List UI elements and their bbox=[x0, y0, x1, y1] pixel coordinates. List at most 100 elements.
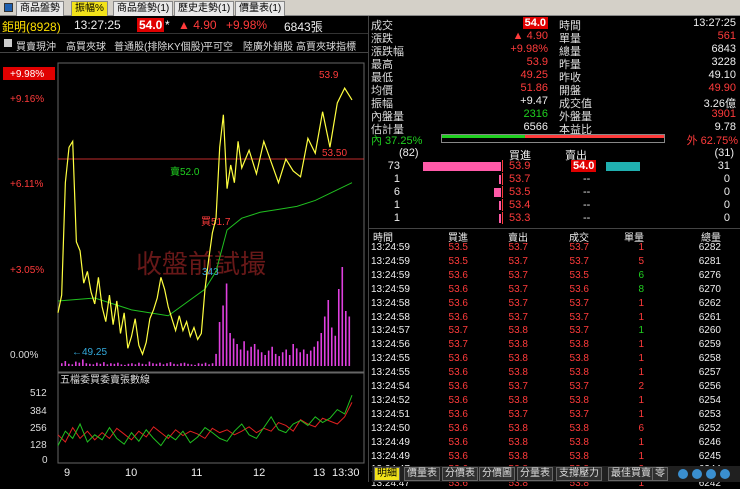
scroll-down-icon[interactable] bbox=[720, 469, 730, 479]
trade-cell: 53.7 bbox=[508, 297, 528, 309]
trade-cell: 13:24:49 bbox=[371, 450, 410, 462]
header-price: 54.0 bbox=[137, 18, 165, 32]
volume-bar bbox=[176, 364, 179, 366]
volume-bar bbox=[173, 363, 175, 366]
trade-cell: 53.6 bbox=[569, 283, 589, 295]
volume-bar bbox=[288, 355, 291, 366]
volume-bar bbox=[134, 364, 137, 366]
volume-bar bbox=[169, 362, 172, 366]
bid-bar bbox=[423, 162, 501, 171]
volume-panel bbox=[57, 372, 365, 464]
trade-cell: 13:24:55 bbox=[371, 353, 410, 365]
scroll-up-icon[interactable] bbox=[706, 469, 716, 479]
bid-price: 53.3 bbox=[509, 212, 531, 224]
trade-cell: 6256 bbox=[698, 381, 721, 392]
bid-qty: 6 bbox=[393, 186, 400, 198]
intraday-chart[interactable]: +9.98% +9.16% +6.11% +3.05% 0.00% 512 38… bbox=[0, 53, 368, 482]
volume-bar bbox=[330, 327, 333, 366]
quote-left-value: 53.9 bbox=[526, 56, 548, 68]
scroll-right-icon[interactable] bbox=[692, 469, 702, 479]
bottom-tab[interactable]: 分量表 bbox=[517, 467, 553, 481]
bottom-tab[interactable]: 支撐壓力 bbox=[556, 467, 602, 481]
volume-bar bbox=[334, 335, 337, 366]
divider bbox=[369, 228, 740, 229]
tag-2[interactable]: 高買夾球 bbox=[66, 38, 106, 53]
tag-3[interactable]: 普通股(排除KY個股) bbox=[114, 38, 204, 53]
volume-bar bbox=[120, 364, 123, 366]
tab-market-1[interactable]: 商品盤勢(1) bbox=[113, 1, 174, 16]
trade-cell: 53.8 bbox=[569, 422, 589, 434]
trade-cell: 2 bbox=[638, 381, 644, 392]
trade-cell: 53.8 bbox=[508, 436, 528, 448]
volume-bar bbox=[313, 346, 316, 366]
bottom-tab[interactable]: 價量表 bbox=[404, 467, 440, 481]
volume-bar bbox=[180, 363, 182, 366]
tag-6[interactable]: 高賈夾球指標 bbox=[296, 38, 356, 53]
bottom-tab[interactable]: 分價圖 bbox=[479, 467, 515, 481]
quote-left-value: 51.86 bbox=[520, 82, 548, 94]
volume-bar bbox=[78, 362, 81, 366]
volume-bar bbox=[222, 305, 224, 366]
bottom-tab[interactable]: 最佳買賣 bbox=[608, 467, 654, 481]
trade-cell: 53.6 bbox=[448, 450, 468, 462]
bottom-tab[interactable]: 零 bbox=[652, 467, 668, 481]
bid-price: 53.5 bbox=[509, 186, 531, 198]
trade-cell: 53.7 bbox=[569, 408, 589, 420]
volume-bar bbox=[299, 352, 302, 366]
bid-bar bbox=[499, 214, 501, 223]
vol-label-512: 512 bbox=[30, 388, 47, 399]
volume-bar bbox=[323, 316, 326, 366]
quote-right-value: 3901 bbox=[711, 108, 736, 120]
volume-bar bbox=[82, 359, 84, 366]
volume-bar bbox=[243, 341, 245, 366]
volume-bar bbox=[285, 349, 287, 366]
trade-cell: 6258 bbox=[698, 353, 721, 365]
checkbox-icon[interactable] bbox=[4, 39, 12, 47]
tag-5[interactable]: 陸廣外銷股 bbox=[243, 38, 293, 53]
tab-history[interactable]: 歷史走勢(1) bbox=[174, 1, 235, 16]
volume-bar bbox=[236, 344, 238, 366]
trade-cell: 53.6 bbox=[448, 297, 468, 309]
volume-bar bbox=[89, 363, 91, 366]
volume-bar bbox=[211, 363, 214, 366]
volume-bar bbox=[99, 363, 102, 366]
trade-cell: 13:24:49 bbox=[371, 436, 410, 448]
trade-cell: 6246 bbox=[698, 436, 721, 448]
trade-cell: 13:24:52 bbox=[371, 394, 410, 406]
y-label-305: +3.05% bbox=[10, 265, 44, 276]
x-label-1330: 13:30 bbox=[332, 467, 360, 479]
volume-bar bbox=[85, 363, 88, 366]
volume-bar bbox=[117, 362, 119, 366]
ratio-bar bbox=[441, 134, 665, 143]
bottom-tabbar: 明細 價量表 分價表 分價圖 分量表 支撐壓力 最佳買賣零 bbox=[372, 466, 740, 482]
quote-left-value: +9.47 bbox=[520, 95, 548, 107]
volume-bar bbox=[106, 364, 109, 366]
last-marker: 53.50 bbox=[322, 148, 347, 159]
tab-price-volume[interactable]: 價量表(1) bbox=[235, 1, 286, 16]
quote-left-value: 49.25 bbox=[520, 69, 548, 81]
volume-bar bbox=[246, 350, 249, 366]
y-label-0: 0.00% bbox=[10, 350, 38, 361]
sell-marker: 賣52.0 bbox=[170, 165, 200, 178]
ask-total: (31) bbox=[714, 147, 734, 159]
trade-cell: 53.8 bbox=[508, 394, 528, 406]
ask-qty: 31 bbox=[717, 160, 730, 172]
trade-cell: 53.7 bbox=[508, 242, 528, 253]
volume-bar bbox=[295, 348, 298, 366]
volume-bar bbox=[253, 344, 256, 366]
bottom-tab[interactable]: 明細 bbox=[374, 467, 400, 481]
volume-bar bbox=[250, 346, 252, 366]
tab-market[interactable]: 商品盤勢 bbox=[16, 1, 64, 16]
volume-bar bbox=[124, 364, 126, 366]
symbol-name[interactable]: 鉅明(8928) bbox=[2, 18, 61, 35]
scroll-left-icon[interactable] bbox=[678, 469, 688, 479]
bottom-tab[interactable]: 分價表 bbox=[442, 467, 478, 481]
volume-bar bbox=[187, 363, 189, 366]
tag-1[interactable]: 買賣現沖 bbox=[16, 38, 56, 53]
tab-amplitude[interactable]: 振幅% bbox=[71, 1, 108, 16]
tag-4[interactable]: 平可空 bbox=[203, 38, 233, 53]
trade-cell: 1 bbox=[638, 436, 644, 448]
volume-bar bbox=[281, 352, 284, 366]
trade-cell: 53.6 bbox=[448, 394, 468, 406]
trade-cell: 1 bbox=[638, 297, 644, 309]
